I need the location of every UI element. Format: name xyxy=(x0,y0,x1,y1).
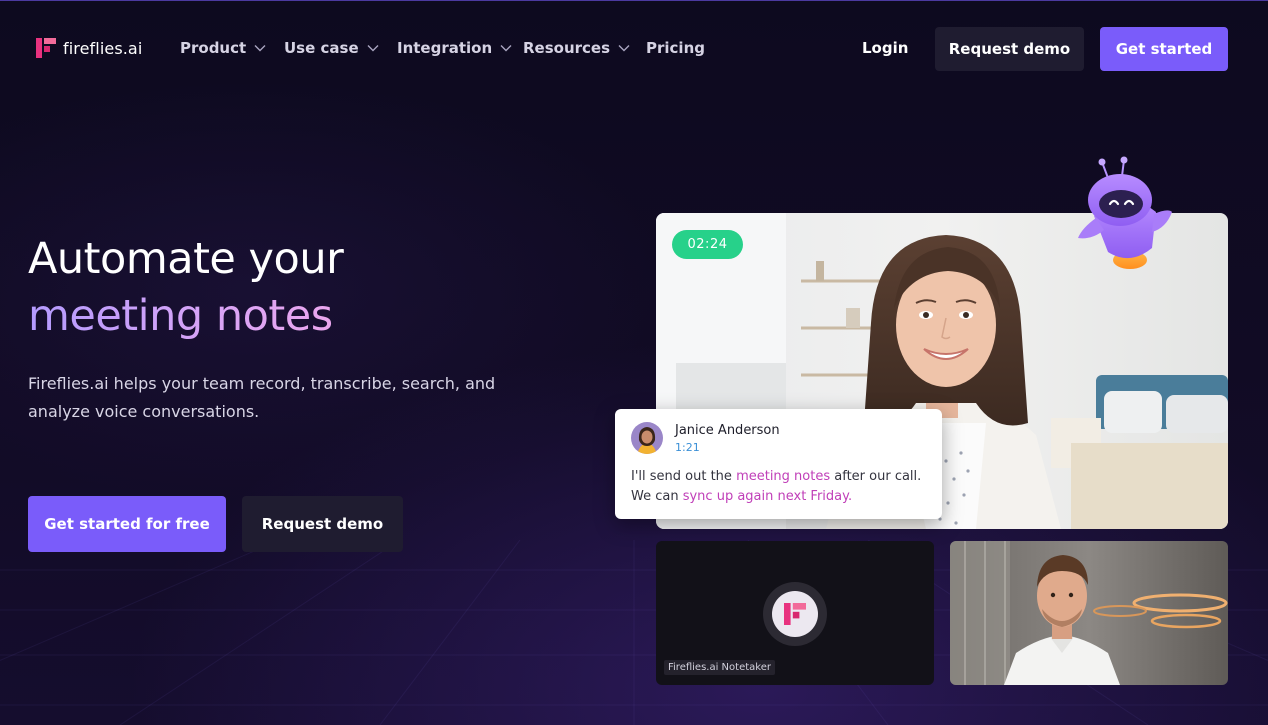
highlight-meeting-notes: meeting notes xyxy=(736,469,831,484)
nav-pricing-label: Pricing xyxy=(646,39,705,57)
message-text-1: I'll send out the xyxy=(631,469,737,484)
avatar xyxy=(631,422,663,454)
hero-title-line1: Automate your xyxy=(28,234,344,284)
login-link[interactable]: Login xyxy=(862,39,908,57)
chevron-down-icon xyxy=(500,45,512,52)
notetaker-video-tile: Fireflies.ai Notetaker xyxy=(656,541,934,685)
notetaker-label: Fireflies.ai Notetaker xyxy=(664,660,775,675)
logo-text: fireflies.ai xyxy=(63,38,143,58)
speaker-timestamp: 1:21 xyxy=(675,441,700,454)
fireflies-logo-icon xyxy=(784,603,806,625)
request-demo-button[interactable]: Request demo xyxy=(935,27,1084,71)
call-timer-badge: 02:24 xyxy=(672,230,743,259)
hero-title-line2: meeting notes xyxy=(28,291,333,341)
top-navigation: fireflies.ai Product Use case Integratio… xyxy=(0,0,1268,98)
nav-pricing[interactable]: Pricing xyxy=(646,39,705,57)
man-video-image xyxy=(950,541,1228,685)
transcript-message: I'll send out the meeting notes after ou… xyxy=(631,467,936,507)
nav-use-case-label: Use case xyxy=(284,39,359,57)
nav-resources[interactable]: Resources xyxy=(523,39,630,57)
nav-integration[interactable]: Integration xyxy=(397,39,512,57)
chevron-down-icon xyxy=(254,45,266,52)
hero-subtitle: Fireflies.ai helps your team record, tra… xyxy=(28,374,496,421)
nav-integration-label: Integration xyxy=(397,39,493,57)
participant-video-tile xyxy=(950,541,1228,685)
robot-mascot-icon xyxy=(1078,156,1172,269)
speaker-name: Janice Anderson xyxy=(675,423,780,438)
transcript-chat-card: Janice Anderson 1:21 I'll send out the m… xyxy=(615,409,942,519)
nav-product-label: Product xyxy=(180,39,247,57)
fireflies-logo-icon xyxy=(36,38,56,58)
notetaker-avatar xyxy=(772,591,818,637)
chevron-down-icon xyxy=(367,45,379,52)
chevron-down-icon xyxy=(618,45,630,52)
hero-request-demo-button[interactable]: Request demo xyxy=(242,496,403,552)
get-started-button[interactable]: Get started xyxy=(1100,27,1228,71)
logo[interactable]: fireflies.ai xyxy=(36,38,142,58)
get-started-free-button[interactable]: Get started for free xyxy=(28,496,226,552)
nav-use-case[interactable]: Use case xyxy=(284,39,379,57)
nav-resources-label: Resources xyxy=(523,39,611,57)
highlight-sync-up: sync up again next Friday. xyxy=(682,489,853,504)
nav-product[interactable]: Product xyxy=(180,39,266,57)
